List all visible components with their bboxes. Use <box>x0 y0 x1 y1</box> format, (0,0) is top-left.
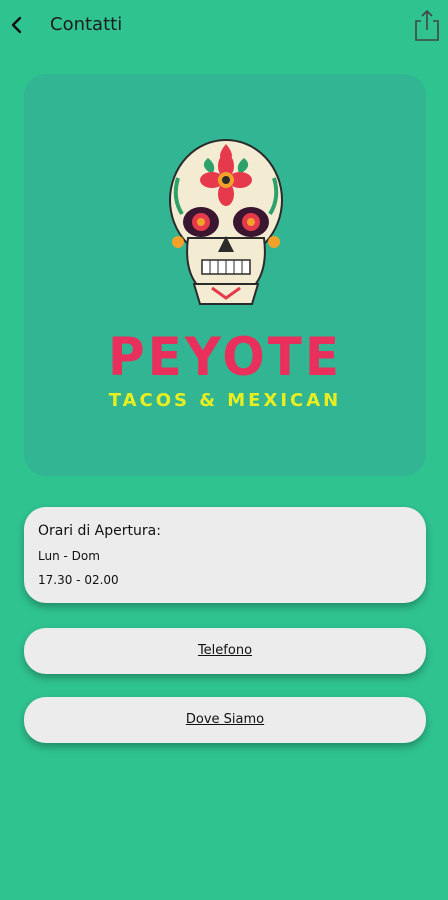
opening-time: 17.30 - 02.00 <box>38 573 119 587</box>
brand-name: PEYOTE <box>108 326 342 388</box>
sugar-skull-logo <box>169 139 283 305</box>
phone-button-label: Telefono <box>197 643 253 658</box>
location-button-label: Dove Siamo <box>185 712 265 727</box>
chevron-left-icon[interactable] <box>6 12 28 38</box>
opening-hours-title: Orari di Apertura: <box>38 523 161 539</box>
top-app-bar: Contatti <box>0 0 448 52</box>
page-title: Contatti <box>50 14 123 35</box>
phone-button[interactable]: Telefono <box>24 628 426 674</box>
share-icon[interactable] <box>414 8 440 42</box>
restaurant-logo: PEYOTE TACOS & MEXICAN <box>24 74 426 476</box>
location-button[interactable]: Dove Siamo <box>24 697 426 743</box>
opening-days: Lun - Dom <box>38 549 100 563</box>
brand-tagline: TACOS & MEXICAN <box>108 390 342 411</box>
opening-hours-card: Orari di Apertura: Lun - Dom 17.30 - 02.… <box>24 507 426 603</box>
